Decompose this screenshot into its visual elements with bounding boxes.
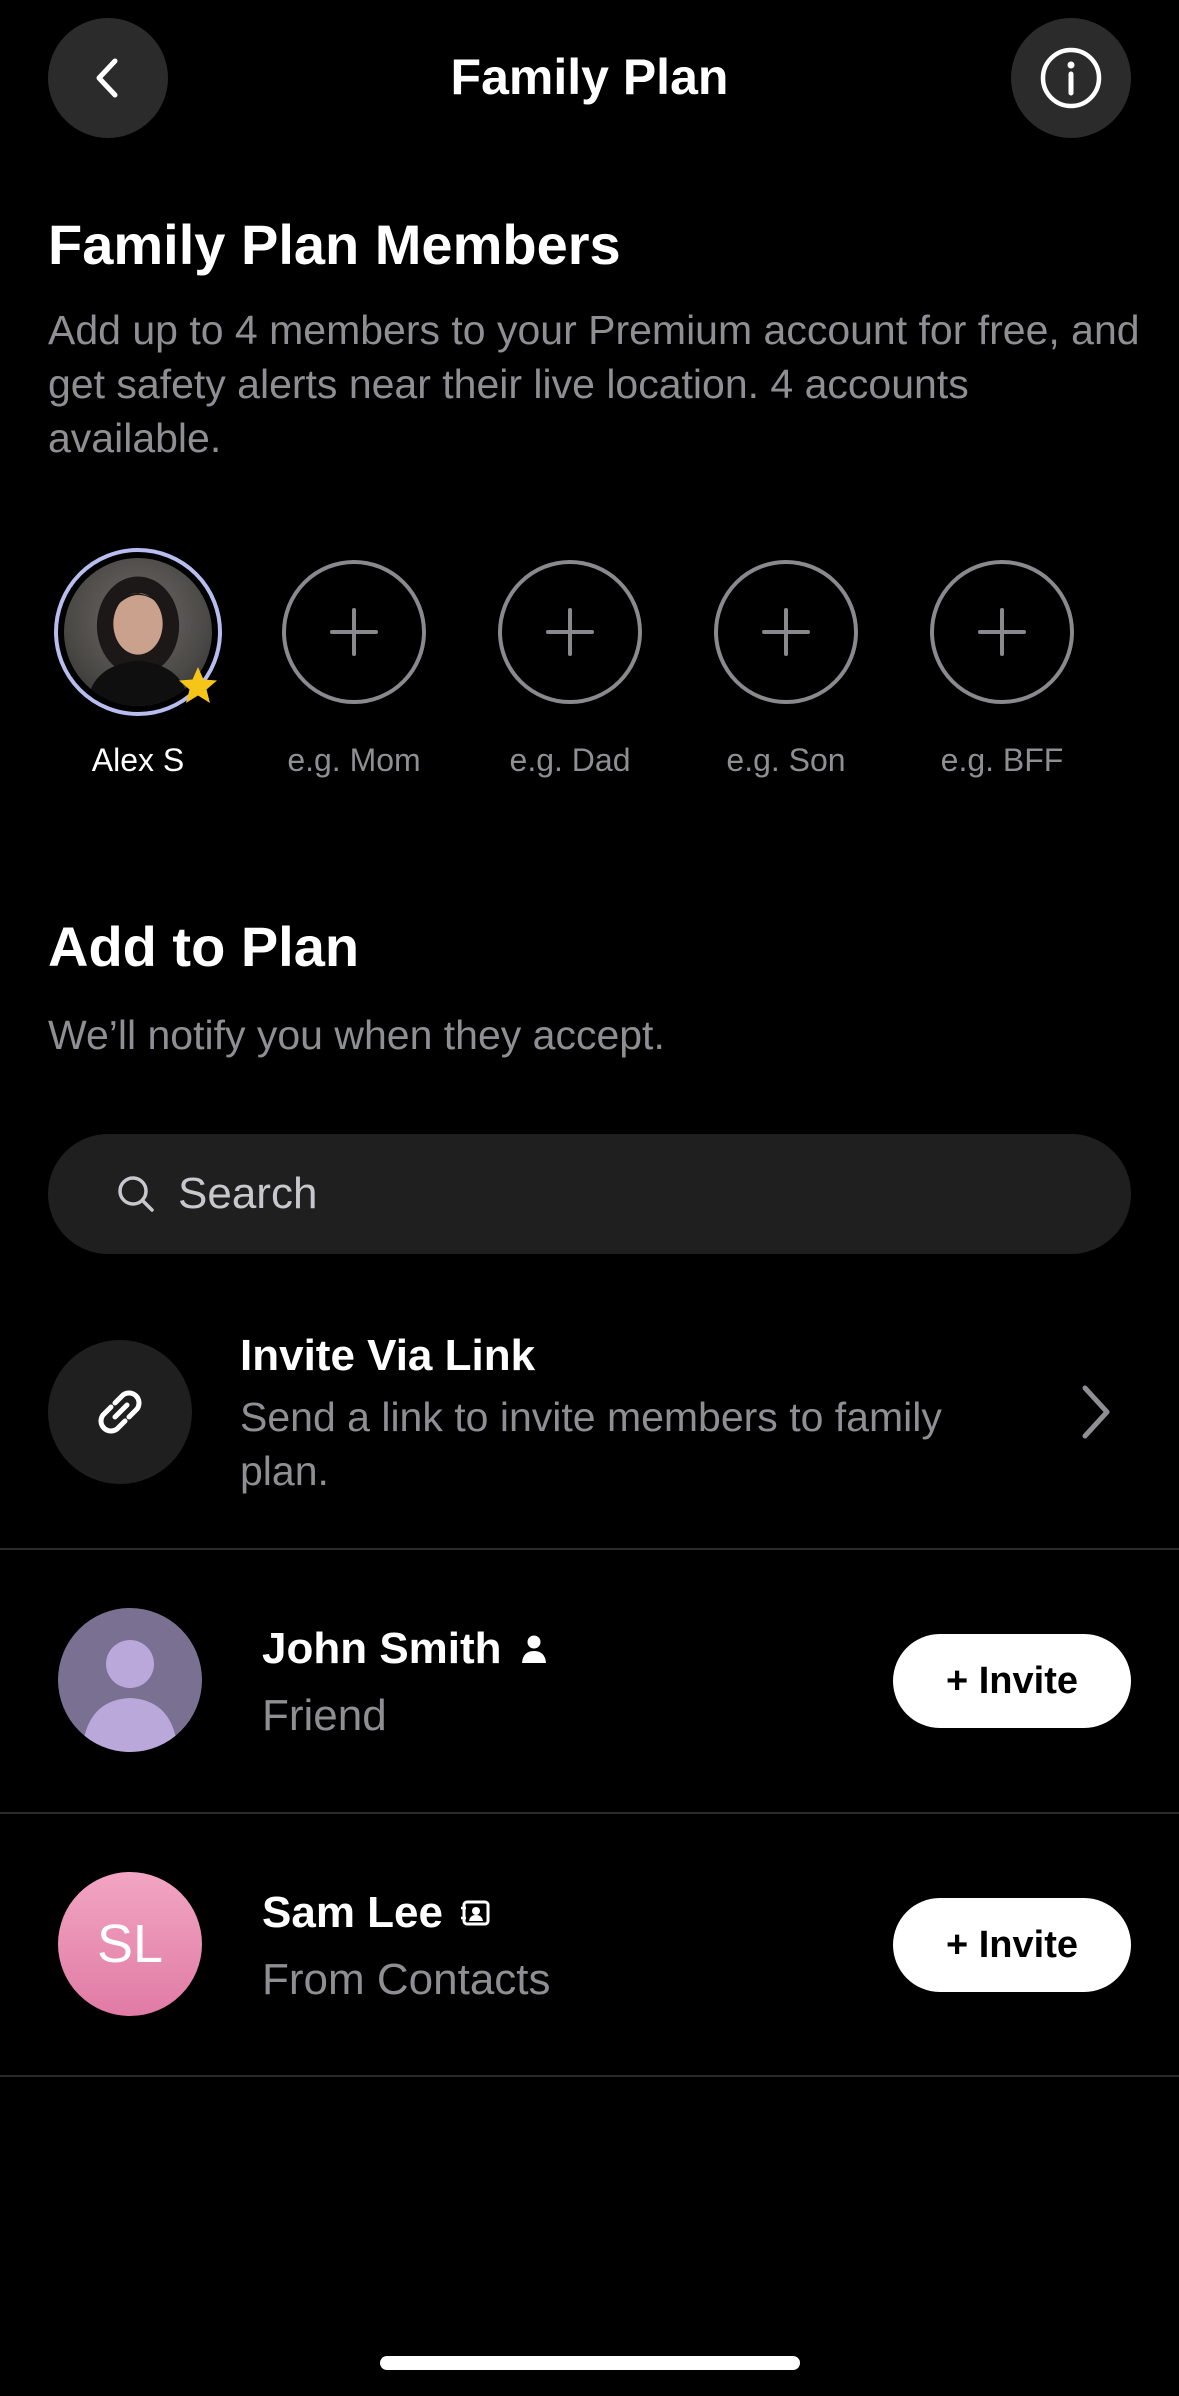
info-icon [1040,47,1102,109]
invite-link-description: Send a link to invite members to family … [240,1394,942,1494]
plus-icon [762,608,810,656]
person-icon [521,1635,546,1663]
person-relation: Friend [262,1691,387,1740]
list-item[interactable]: SL Sam Lee From Contacts + Invite [0,1814,1179,2076]
plus-icon [546,608,594,656]
home-indicator[interactable] [380,2356,800,2370]
search-bar[interactable] [48,1134,1131,1254]
member-slot-bff[interactable]: e.g. BFF [912,560,1092,780]
member-slot-son[interactable]: e.g. Son [696,560,876,780]
slot-label: e.g. Son [726,742,846,778]
info-button[interactable] [1011,18,1131,138]
plus-icon [978,608,1026,656]
avatar: SL [58,1872,202,2016]
invite-link-title: Invite Via Link [240,1331,536,1380]
person-name: John Smith [262,1620,548,1678]
search-input[interactable] [178,1169,978,1219]
search-icon [118,1176,154,1212]
member-owner[interactable]: Alex S [48,548,228,780]
plus-icon [330,608,378,656]
member-slots: Alex S e.g. Mom e.g. Dad e.g. Son e.g. B… [0,548,1179,800]
person-name: Sam Lee [262,1884,491,1942]
invite-via-link-row[interactable]: Invite Via Link Send a link to invite me… [0,1320,1179,1550]
slot-label: e.g. Dad [509,742,631,778]
link-icon-wrap [48,1340,192,1484]
star-icon [179,667,217,703]
members-section-description: Add up to 4 members to your Premium acco… [48,307,1140,461]
add-section-title: Add to Plan [48,915,360,978]
invite-button[interactable]: + Invite [893,1634,1131,1728]
contact-card-icon [460,1900,490,1926]
invite-button[interactable]: + Invite [893,1898,1131,1992]
slot-label: e.g. BFF [940,742,1064,778]
slot-label: e.g. Mom [287,742,421,778]
link-icon [98,1390,142,1434]
owner-avatar [54,548,222,716]
divider [0,2075,1179,2077]
members-section-title: Family Plan Members [48,213,621,276]
add-section-subtitle: We’ll notify you when they accept. [48,1012,665,1058]
member-slot-mom[interactable]: e.g. Mom [264,560,444,780]
owner-name: Alex S [91,742,185,778]
member-slot-dad[interactable]: e.g. Dad [480,560,660,780]
avatar [58,1608,202,1752]
list-item[interactable]: John Smith Friend + Invite [0,1550,1179,1812]
person-relation: From Contacts [262,1955,551,2004]
page-title: Family Plan [450,49,729,105]
avatar-initials: SL [58,1872,202,2016]
chevron-right-icon [1082,1385,1110,1439]
